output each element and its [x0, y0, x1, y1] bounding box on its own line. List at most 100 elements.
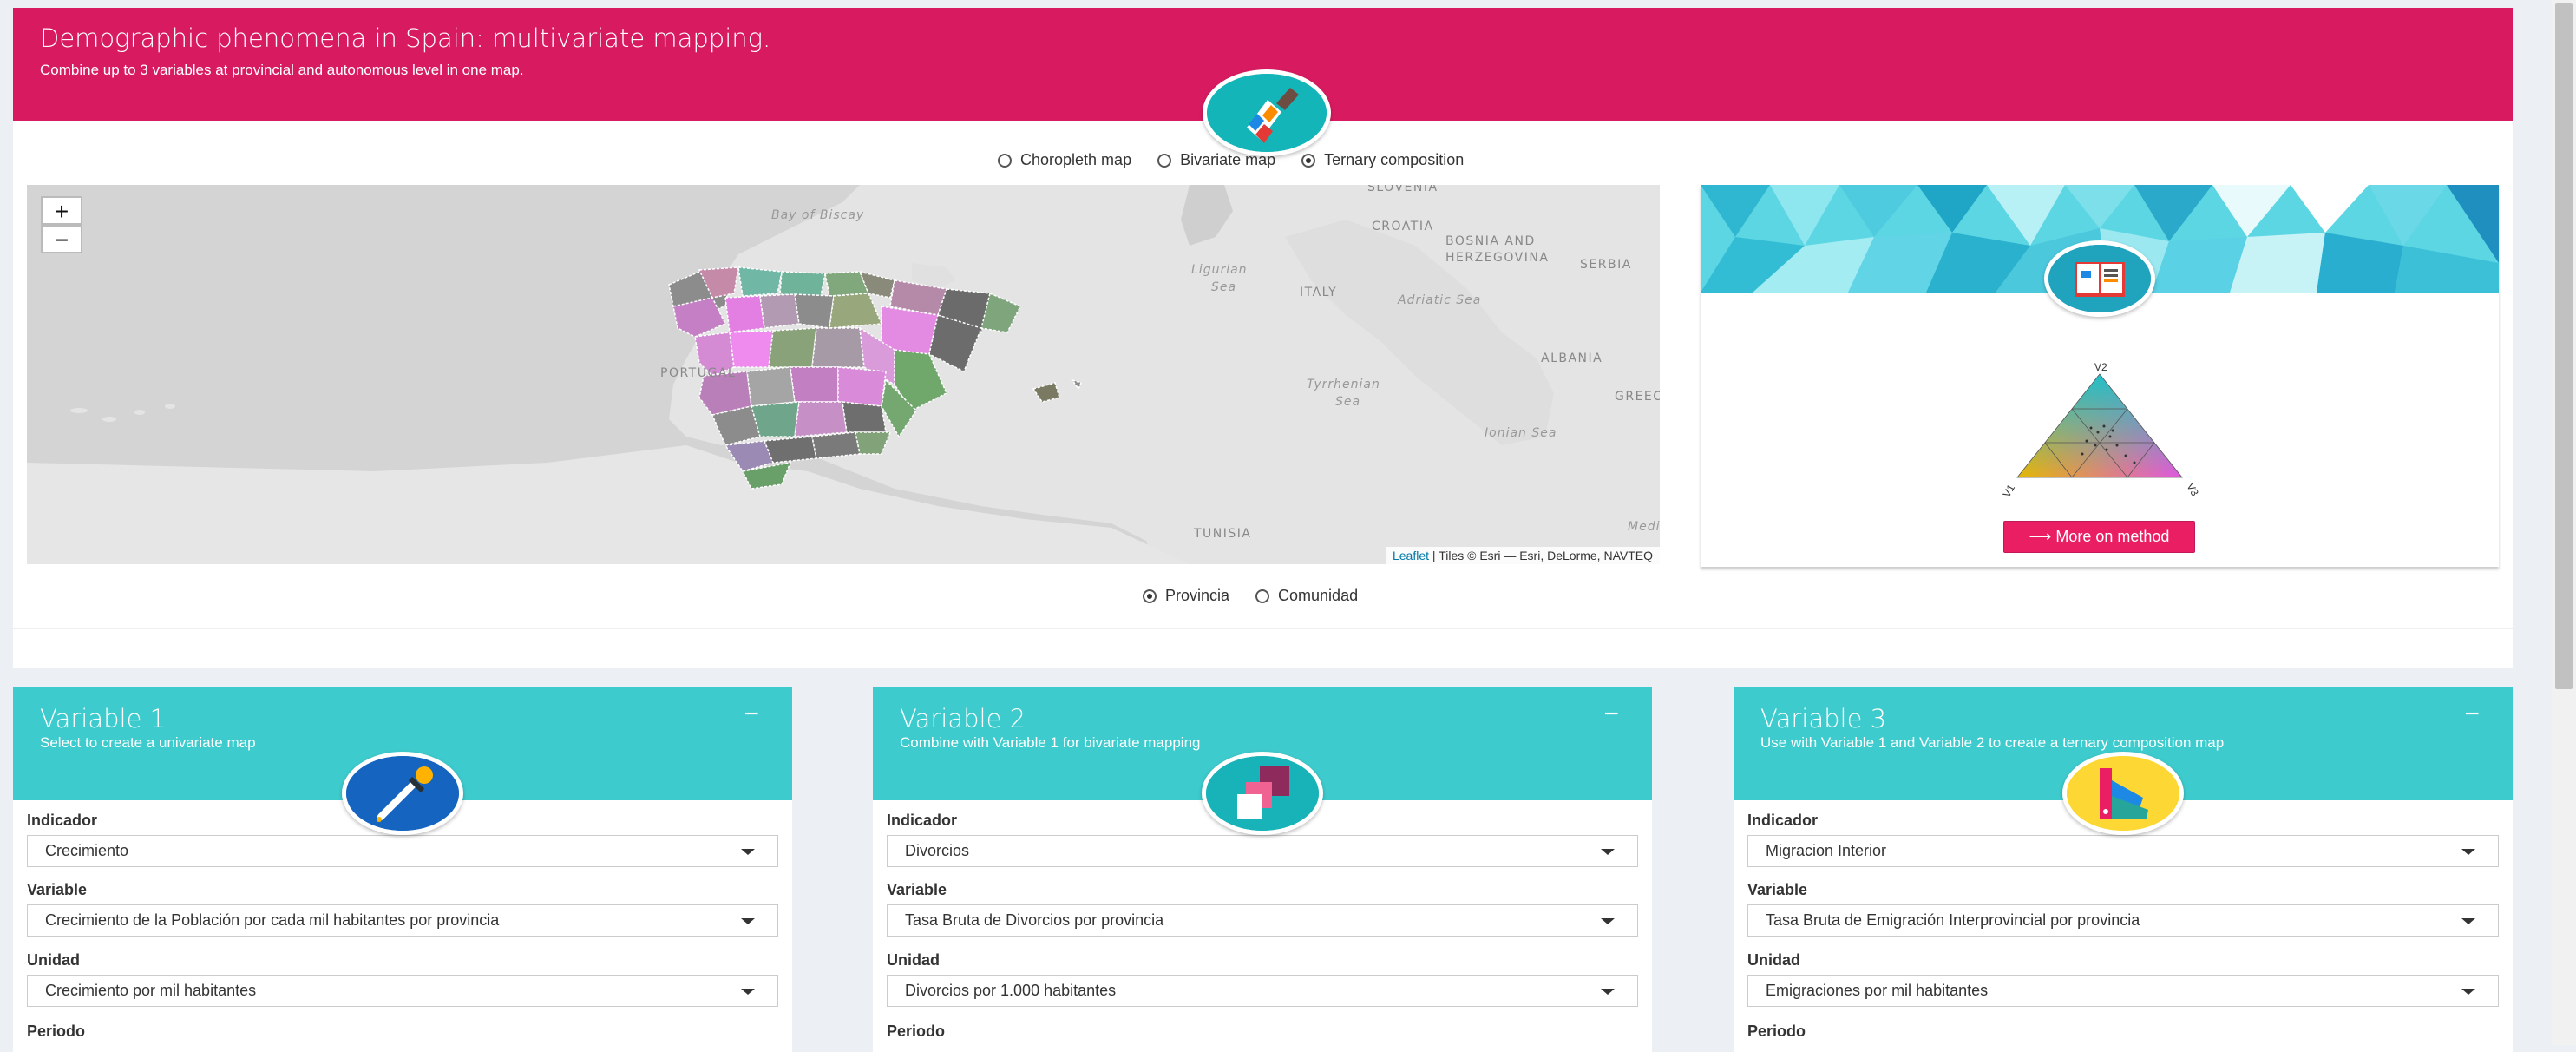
unidad-label: Unidad	[27, 951, 80, 969]
variable-label: Variable	[27, 881, 88, 898]
card-subtitle: Combine with Variable 1 for bivariate ma…	[900, 734, 1201, 751]
card-subtitle: Select to create a univariate map	[40, 734, 256, 751]
radio-label: Ternary composition	[1324, 151, 1465, 168]
more-on-method-button[interactable]: ⟶ More on method	[2003, 521, 2195, 553]
card-title: Variable 3	[1760, 704, 1887, 733]
select-value: Emigraciones por mil habitantes	[1766, 982, 1989, 999]
map-label: HERZEGOVINA	[1445, 251, 1550, 265]
caret-down-icon	[741, 849, 755, 855]
eyedropper-icon	[342, 752, 463, 835]
radio-label: Bivariate map	[1180, 151, 1276, 168]
select-value: Crecimiento	[45, 842, 129, 859]
map-type-radio-group: Choropleth map Bivariate map Ternary com…	[998, 151, 1464, 169]
ternary-legend: V2 V1 V3	[2001, 361, 2201, 499]
scrollbar-thumb[interactable]	[2555, 3, 2573, 689]
map-label: TUNISIA	[1194, 527, 1252, 541]
app-title: Demographic phenomena in Spain: multivar…	[40, 23, 771, 53]
collapse-button[interactable]: −	[1603, 700, 1619, 729]
variable-select[interactable]: Tasa Bruta de Emigración Interprovincial…	[1747, 904, 2499, 937]
zoom-out-button[interactable]: −	[41, 225, 82, 253]
variable-label: Variable	[887, 881, 947, 898]
zoom-in-button[interactable]: +	[41, 196, 82, 225]
caret-down-icon	[1601, 918, 1615, 924]
select-value: Migracion Interior	[1766, 842, 1887, 859]
paintbrush-logo-icon	[1203, 69, 1331, 156]
caret-down-icon	[1601, 989, 1615, 995]
map-label: Tyrrhenian	[1307, 378, 1380, 391]
caret-down-icon	[2461, 989, 2475, 995]
select-value: Divorcios	[905, 842, 970, 859]
map-label: Sea	[1335, 395, 1361, 409]
map-label: CROATIA	[1372, 220, 1434, 233]
color-swatch-icon	[2062, 752, 2184, 835]
map-label: BOSNIA AND	[1445, 234, 1536, 248]
card-subtitle: Use with Variable 1 and Variable 2 to cr…	[1760, 734, 2225, 751]
variable-1-card: Variable 1 Select to create a univariate…	[13, 687, 792, 1052]
periodo-label: Periodo	[1747, 1022, 1806, 1040]
map-label: GREEC	[1615, 390, 1660, 404]
variable-select[interactable]: Crecimiento de la Población por cada mil…	[27, 904, 778, 937]
book-icon	[2044, 240, 2155, 317]
unidad-select[interactable]: Divorcios por 1.000 habitantes	[887, 975, 1638, 1007]
collapse-button[interactable]: −	[744, 700, 759, 729]
level-radio-group: Provincia Comunidad	[1143, 587, 1358, 605]
leaflet-link[interactable]: Leaflet	[1393, 549, 1429, 562]
periodo-label: Periodo	[27, 1022, 86, 1040]
indicador-label: Indicador	[1747, 812, 1819, 829]
card-title: Variable 2	[900, 704, 1026, 733]
map-label: SERBIA	[1580, 258, 1632, 272]
radio-ternary[interactable]: Ternary composition	[1301, 151, 1464, 169]
map-label: Sea	[1211, 280, 1237, 294]
indicador-select[interactable]: Divorcios	[887, 835, 1638, 867]
caret-down-icon	[1601, 849, 1615, 855]
map-label: ITALY	[1300, 286, 1338, 299]
variable-select[interactable]: Tasa Bruta de Divorcios por provincia	[887, 904, 1638, 937]
radio-bivariate[interactable]: Bivariate map	[1157, 151, 1275, 169]
caret-down-icon	[741, 918, 755, 924]
layers-icon	[1202, 752, 1323, 835]
map-label: Ligurian	[1191, 263, 1248, 277]
app-subtitle: Combine up to 3 variables at provincial …	[40, 62, 524, 78]
periodo-label: Periodo	[887, 1022, 946, 1040]
ternary-label-v3: V3	[2184, 481, 2201, 498]
select-value: Divorcios por 1.000 habitantes	[905, 982, 1117, 999]
select-value: Tasa Bruta de Divorcios por provincia	[905, 911, 1164, 929]
radio-choropleth[interactable]: Choropleth map	[998, 151, 1131, 169]
ternary-label-v2: V2	[2094, 361, 2107, 373]
caret-down-icon	[741, 989, 755, 995]
radio-comunidad[interactable]: Comunidad	[1255, 587, 1358, 605]
collapse-button[interactable]: −	[2464, 700, 2480, 729]
map-label: Ionian Sea	[1485, 426, 1557, 440]
unidad-label: Unidad	[1747, 951, 1800, 969]
map-label: Bay of Biscay	[771, 208, 865, 222]
ternary-label-v1: V1	[2001, 482, 2018, 499]
select-value: Tasa Bruta de Emigración Interprovincial…	[1766, 911, 2140, 929]
caret-down-icon	[2461, 849, 2475, 855]
radio-label: Comunidad	[1278, 587, 1359, 604]
map-label: PORTUGAL	[660, 366, 737, 380]
indicador-label: Indicador	[887, 812, 958, 829]
indicador-select[interactable]: Migracion Interior	[1747, 835, 2499, 867]
map-label: SLOVENIA	[1367, 185, 1439, 194]
card-title: Variable 1	[40, 704, 167, 733]
radio-label: Choropleth map	[1020, 151, 1132, 168]
button-label: More on method	[2055, 528, 2170, 545]
radio-provincia[interactable]: Provincia	[1143, 587, 1229, 605]
map-label: Medit	[1628, 520, 1660, 534]
unidad-select[interactable]: Emigraciones por mil habitantes	[1747, 975, 2499, 1007]
map-basemap	[27, 185, 1660, 564]
arrow-right-icon: ⟶	[2029, 528, 2052, 545]
select-value: Crecimiento por mil habitantes	[45, 982, 257, 999]
unidad-select[interactable]: Crecimiento por mil habitantes	[27, 975, 778, 1007]
indicador-select[interactable]: Crecimiento	[27, 835, 778, 867]
select-value: Crecimiento de la Población por cada mil…	[45, 911, 500, 929]
indicador-label: Indicador	[27, 812, 98, 829]
leaflet-map[interactable]: + − SLOVENIA CROATIA BOSNIA AND HERZEGOV…	[27, 185, 1660, 564]
radio-label: Provincia	[1165, 587, 1230, 604]
attribution-text: | Tiles © Esri — Esri, DeLorme, NAVTEQ	[1429, 549, 1653, 562]
map-label: Adriatic Sea	[1398, 293, 1482, 307]
variable-2-card: Variable 2 Combine with Variable 1 for b…	[873, 687, 1652, 1052]
map-attribution: Leaflet | Tiles © Esri — Esri, DeLorme, …	[1385, 547, 1660, 564]
divider	[13, 628, 2513, 629]
variable-label: Variable	[1747, 881, 1808, 898]
